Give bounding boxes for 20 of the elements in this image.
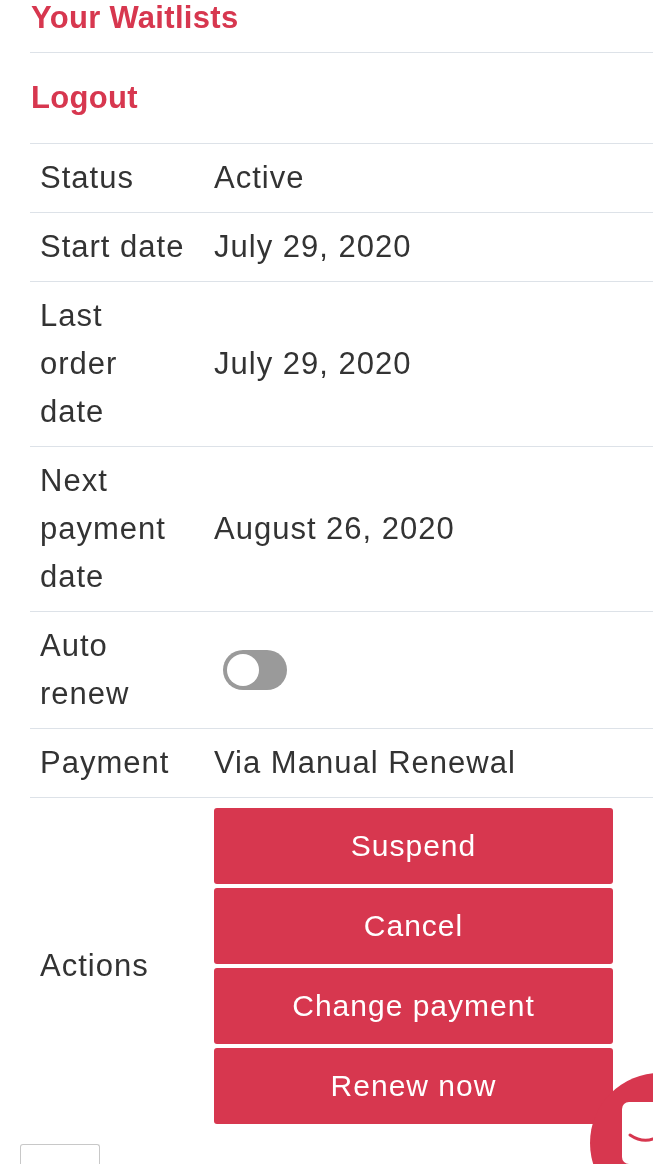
detail-label: Last order date <box>40 298 118 429</box>
detail-value: July 29, 2020 <box>214 229 412 264</box>
action-button[interactable]: Cancel <box>214 888 613 964</box>
nav-link[interactable]: Your Waitlists <box>31 0 239 35</box>
detail-value: Via Manual Renewal <box>214 745 516 780</box>
detail-label: Payment <box>40 745 170 780</box>
detail-value: August 26, 2020 <box>214 511 455 546</box>
detail-value: July 29, 2020 <box>214 346 412 381</box>
action-button[interactable]: Suspend <box>214 808 613 884</box>
chat-icon <box>622 1102 653 1164</box>
chat-button[interactable] <box>590 1073 653 1164</box>
detail-label: Start date <box>40 229 185 264</box>
detail-label: Status <box>40 160 134 195</box>
detail-label: Auto renew <box>40 628 130 711</box>
detail-value: Active <box>214 160 305 195</box>
detail-label: Next payment date <box>40 463 166 594</box>
auto-renew-toggle[interactable] <box>223 650 287 690</box>
detail-label: Actions <box>40 948 149 983</box>
nav-link[interactable]: Logout <box>31 80 138 115</box>
action-button[interactable]: Change payment <box>214 968 613 1044</box>
